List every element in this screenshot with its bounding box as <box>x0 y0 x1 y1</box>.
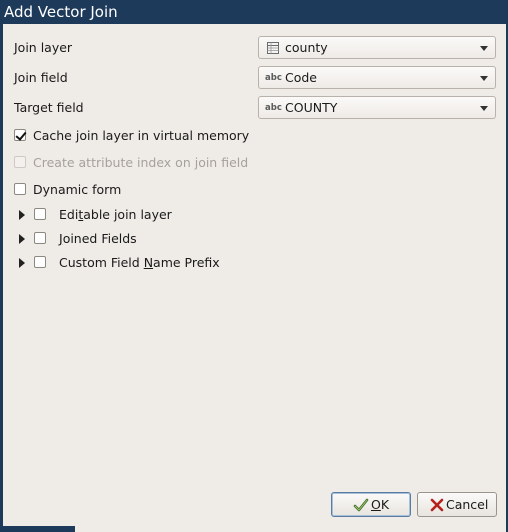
chevron-down-icon <box>480 76 488 81</box>
create-attribute-index-label: Create attribute index on join field <box>33 155 249 170</box>
join-field-value: Code <box>285 70 318 85</box>
expand-arrow-icon[interactable] <box>19 210 25 220</box>
window-frame-left <box>0 24 3 532</box>
cancel-x-icon <box>430 498 444 512</box>
target-field-label: Target field <box>14 100 84 115</box>
text-type-icon: abc <box>265 103 282 113</box>
join-field-combobox[interactable]: abc Code <box>258 66 496 89</box>
table-layer-icon <box>267 42 279 54</box>
ok-button[interactable]: OK <box>331 492 411 517</box>
chevron-down-icon <box>480 46 488 51</box>
join-layer-label: Join layer <box>14 40 73 55</box>
join-layer-value: county <box>285 40 328 55</box>
create-attribute-index-checkbox <box>14 156 26 168</box>
cache-join-layer-label: Cache join layer in virtual memory <box>33 128 250 143</box>
checkmark-icon <box>15 129 27 141</box>
editable-join-layer-checkbox[interactable] <box>34 208 46 220</box>
ok-button-label: OK <box>371 497 390 512</box>
window-title: Add Vector Join <box>4 3 118 21</box>
cancel-button[interactable]: Cancel <box>417 492 497 517</box>
chevron-down-icon <box>480 106 488 111</box>
joined-fields-checkbox[interactable] <box>34 232 46 244</box>
expand-arrow-icon[interactable] <box>19 234 25 244</box>
cancel-button-label: Cancel <box>446 497 489 512</box>
checkmark-icon <box>353 498 369 512</box>
expand-arrow-icon[interactable] <box>19 258 25 268</box>
custom-field-name-prefix-checkbox[interactable] <box>34 256 46 268</box>
text-type-icon: abc <box>265 73 282 83</box>
join-field-label: Join field <box>14 70 68 85</box>
window-frame-bottom <box>3 526 75 532</box>
title-bar[interactable]: Add Vector Join <box>0 0 508 24</box>
custom-field-name-prefix-label: Custom Field Name Prefix <box>59 255 220 270</box>
join-layer-combobox[interactable]: county <box>258 36 496 59</box>
dynamic-form-checkbox[interactable] <box>14 183 26 195</box>
target-field-value: COUNTY <box>285 100 338 115</box>
add-vector-join-dialog: Add Vector Join Join layer county Join f… <box>0 0 508 532</box>
editable-join-layer-label: Editable join layer <box>59 207 172 222</box>
target-field-combobox[interactable]: abc COUNTY <box>258 96 496 119</box>
dynamic-form-label: Dynamic form <box>33 182 122 197</box>
joined-fields-label: Joined Fields <box>59 231 137 246</box>
cache-join-layer-checkbox[interactable] <box>14 129 27 141</box>
